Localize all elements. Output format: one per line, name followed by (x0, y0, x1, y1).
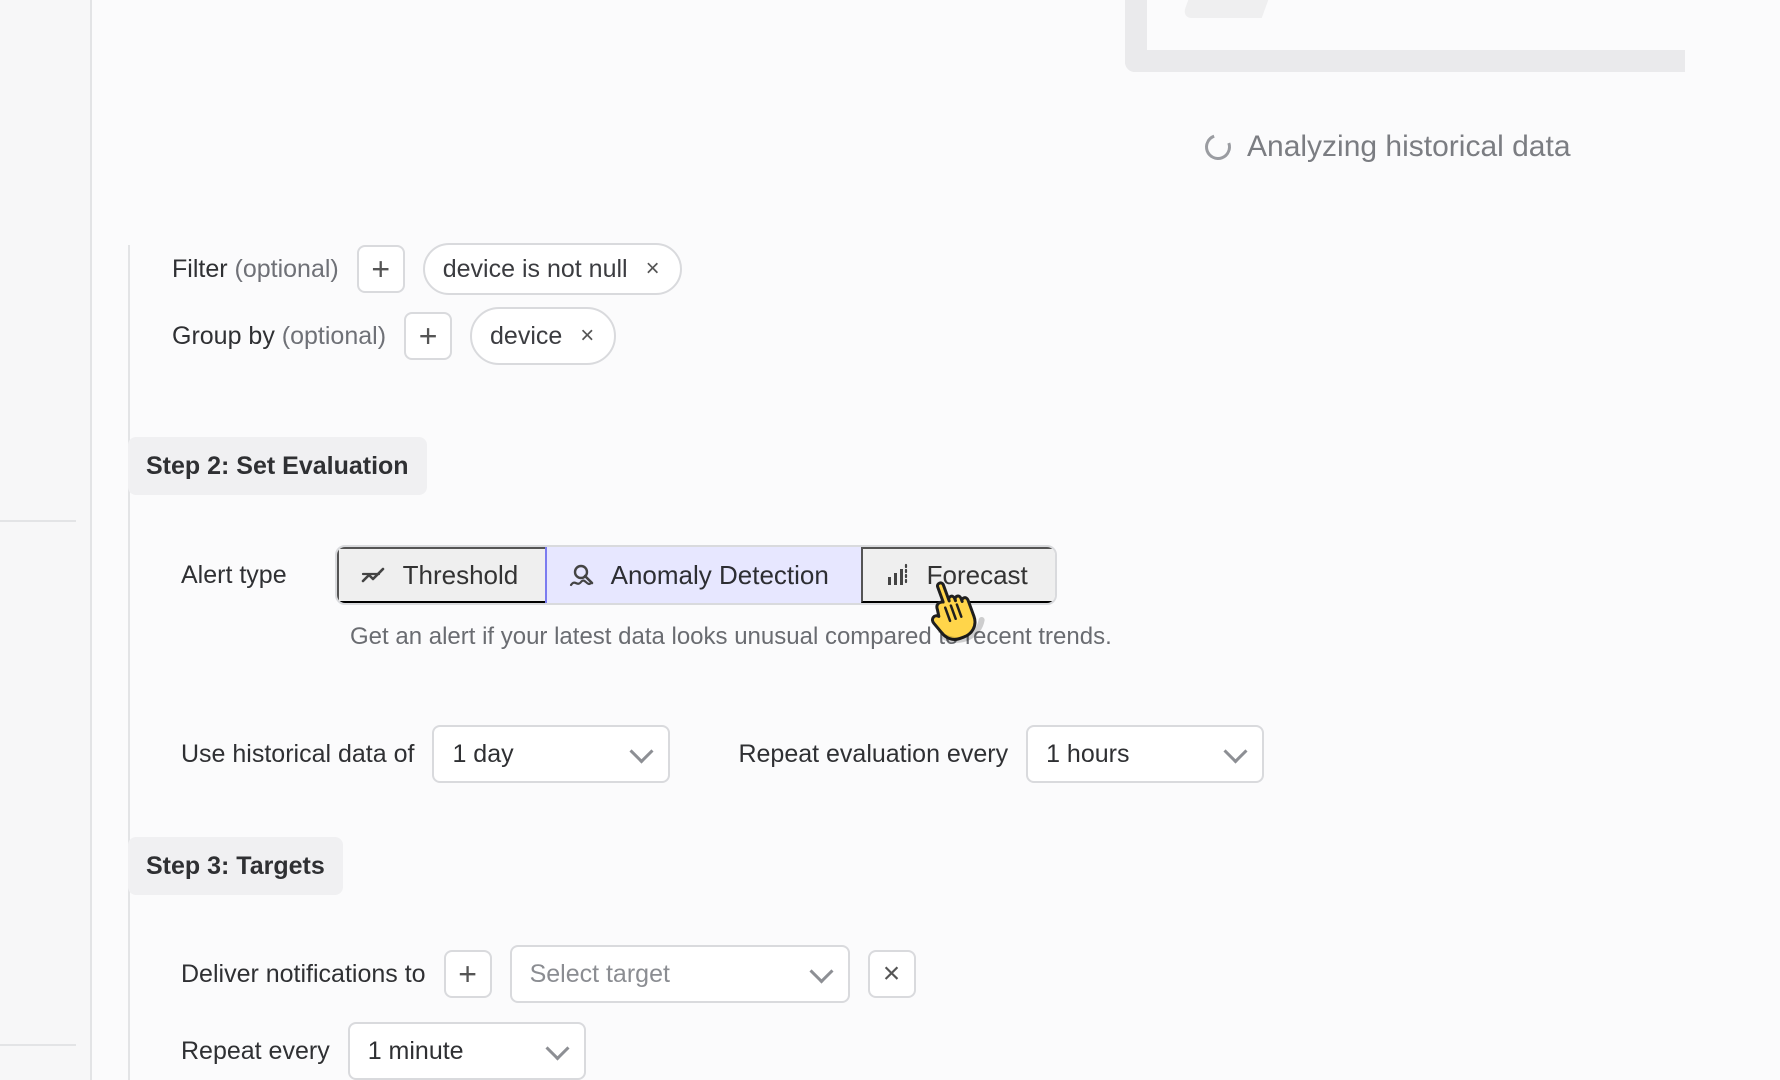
chart-frame (1125, 0, 1685, 72)
repeat-every-select[interactable]: 1 minute (347, 1022, 586, 1080)
add-group-by-button[interactable]: + (404, 312, 453, 360)
group-by-chip-text: device (490, 321, 563, 350)
add-target-button[interactable]: + (443, 950, 492, 998)
historical-data-label: Use historical data of (181, 739, 415, 768)
anomaly-icon (567, 561, 595, 589)
repeat-every-label: Repeat every (181, 1036, 330, 1065)
target-placeholder: Select target (529, 959, 670, 988)
step2-title: Step 2: Set Evaluation (128, 437, 427, 495)
remove-group-by-icon[interactable]: × (580, 324, 594, 348)
filter-chip: device is not null × (422, 243, 682, 295)
alert-form: Filter (optional) + device is not null ×… (128, 243, 1778, 1080)
evaluation-settings-row: Use historical data of 1 day Repeat eval… (181, 725, 1265, 783)
group-by-label-text: Group by (172, 321, 275, 350)
filter-label-text: Filter (172, 254, 228, 283)
chevron-down-icon (629, 738, 654, 764)
repeat-evaluation-label: Repeat evaluation every (738, 739, 1009, 768)
alert-type-label: Alert type (181, 560, 287, 589)
loading-spinner-icon (1200, 129, 1236, 165)
alert-type-anomaly-detection[interactable]: Anomaly Detection (544, 547, 863, 603)
filter-optional: (optional) (234, 254, 339, 283)
threshold-icon (359, 561, 387, 589)
remove-filter-icon[interactable]: × (646, 257, 660, 281)
threshold-label: Threshold (402, 559, 519, 590)
left-rail-divider-bottom (0, 1044, 76, 1046)
filter-chip-text: device is not null (442, 254, 628, 283)
add-filter-button[interactable]: + (356, 245, 405, 293)
group-by-row: Group by (optional) + device × (172, 307, 617, 365)
form-left-guide (128, 245, 130, 1080)
left-rail-divider-top (0, 520, 76, 522)
historical-data-select[interactable]: 1 day (432, 725, 671, 783)
deliver-notifications-label: Deliver notifications to (181, 959, 426, 988)
group-by-chip: device × (470, 307, 617, 365)
filter-row: Filter (optional) + device is not null × (172, 243, 682, 295)
repeat-evaluation-select[interactable]: 1 hours (1026, 725, 1265, 783)
analyzing-status: Analyzing historical data (1200, 129, 1571, 165)
repeat-every-value: 1 minute (367, 1036, 464, 1065)
chevron-down-icon (809, 958, 834, 984)
filter-label: Filter (optional) (172, 255, 339, 284)
historical-data-value: 1 day (452, 739, 514, 768)
target-select[interactable]: Select target (509, 945, 850, 1003)
step3-title: Step 3: Targets (128, 837, 343, 895)
alert-type-threshold[interactable]: Threshold (336, 547, 547, 603)
chevron-down-icon (1223, 738, 1248, 764)
repeat-notifications-row: Repeat every 1 minute (181, 1022, 586, 1080)
group-by-label: Group by (optional) (172, 322, 386, 351)
analyzing-text: Analyzing historical data (1247, 130, 1571, 163)
clear-target-button[interactable]: × (867, 950, 916, 998)
repeat-evaluation-value: 1 hours (1046, 739, 1130, 768)
deliver-notifications-row: Deliver notifications to + Select target… (181, 945, 916, 1003)
anomaly-detection-label: Anomaly Detection (610, 559, 829, 590)
chevron-down-icon (545, 1035, 570, 1061)
group-by-optional: (optional) (281, 321, 387, 350)
left-rail (0, 0, 92, 1080)
